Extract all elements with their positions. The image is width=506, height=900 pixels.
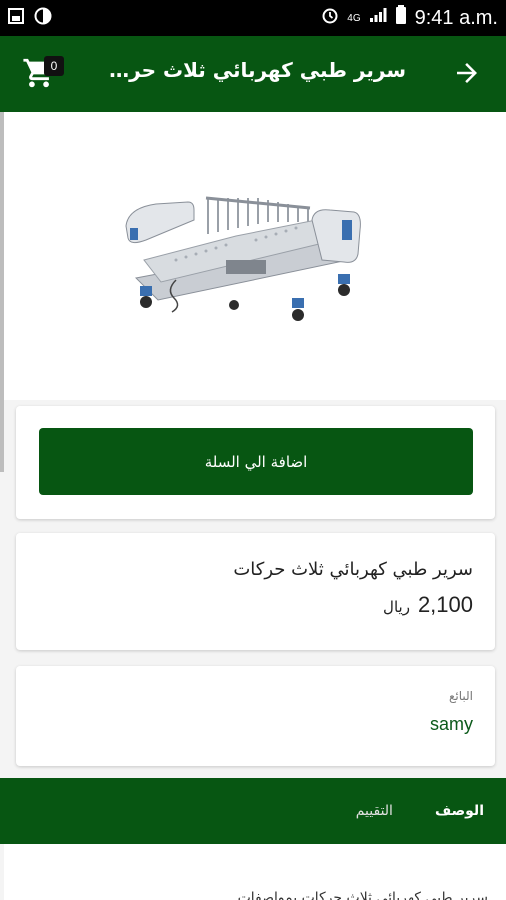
add-to-cart-card: اضافة الي السلة (16, 406, 495, 519)
back-button[interactable] (452, 58, 484, 90)
arrow-right-icon (452, 63, 482, 92)
cart-count-badge: 0 (44, 56, 64, 76)
product-name: سرير طبي كهربائي ثلاث حركات (233, 559, 473, 580)
page-title: سرير طبي كهربائي ثلاث حركات (106, 58, 406, 82)
product-image-area (4, 112, 506, 400)
scroll-indicator (0, 112, 4, 472)
status-bar: 4G 9:41 a.m. (0, 0, 506, 36)
price-row: ريال 2,100 (383, 592, 473, 618)
app-bar: 0 سرير طبي كهربائي ثلاث حركات (0, 36, 506, 112)
clock: 9:41 a.m. (414, 6, 498, 29)
alarm-icon (321, 6, 339, 30)
network-label: 4G (347, 12, 361, 24)
price-value: 2,100 (417, 592, 473, 617)
battery-icon (395, 5, 407, 31)
add-to-cart-button[interactable]: اضافة الي السلة (39, 428, 473, 495)
description-text: سرير طبي كهربائي ثلاث حركات بمواصفات (237, 890, 488, 900)
tab-reviews[interactable]: التقييم (356, 803, 393, 819)
cart-icon (22, 58, 56, 94)
product-image (116, 190, 366, 330)
gallery-icon (8, 8, 24, 28)
description-area: سرير طبي كهربائي ثلاث حركات بمواصفات (4, 844, 506, 900)
tab-description[interactable]: الوصف (435, 803, 484, 819)
signal-icon (369, 7, 387, 29)
seller-card: البائع samy (16, 666, 495, 766)
tabs-bar: الوصف التقييم (0, 778, 506, 844)
price-currency: ريال (383, 598, 410, 616)
contrast-icon (34, 7, 52, 29)
product-info-card: سرير طبي كهربائي ثلاث حركات ريال 2,100 (16, 533, 495, 650)
seller-label: البائع (449, 689, 473, 703)
seller-name[interactable]: samy (430, 714, 473, 735)
